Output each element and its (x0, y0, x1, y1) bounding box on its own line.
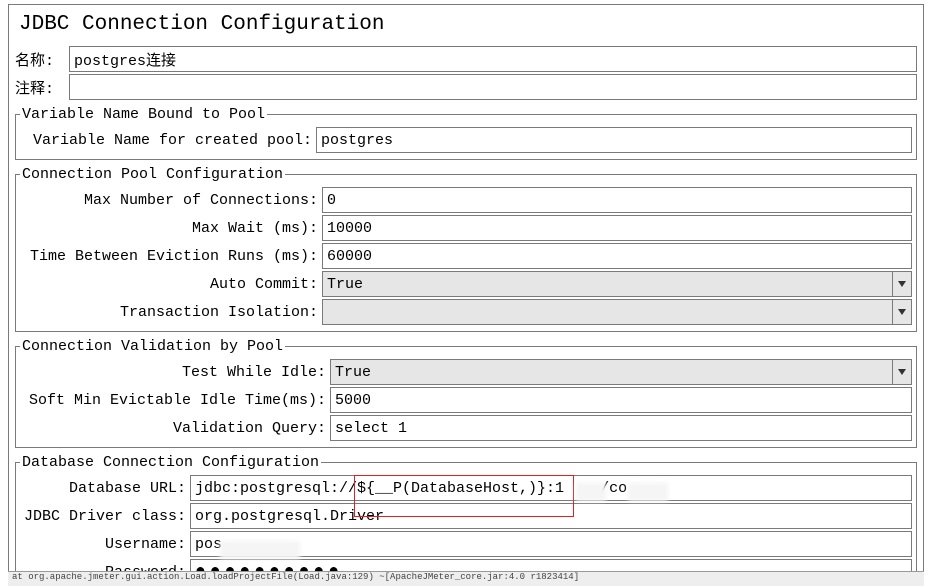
group-database-legend: Database Connection Configuration (20, 454, 321, 471)
test-idle-select[interactable]: True (330, 359, 912, 385)
group-connection-pool: Connection Pool Configuration Max Number… (15, 166, 917, 332)
chevron-down-icon[interactable] (892, 360, 911, 384)
max-wait-input[interactable] (322, 215, 912, 241)
name-label: 名称: (15, 49, 69, 70)
test-idle-label: Test While Idle: (20, 364, 330, 381)
soft-min-label: Soft Min Evictable Idle Time(ms): (20, 392, 330, 409)
username-input[interactable] (190, 531, 912, 557)
max-conn-input[interactable] (322, 187, 912, 213)
soft-min-input[interactable] (330, 387, 912, 413)
validation-query-label: Validation Query: (20, 420, 330, 437)
username-label: Username: (20, 536, 190, 553)
driver-label: JDBC Driver class: (20, 508, 190, 525)
driver-input[interactable] (190, 503, 912, 529)
db-url-label: Database URL: (20, 480, 190, 497)
txn-iso-select[interactable] (322, 299, 912, 325)
auto-commit-value: True (323, 276, 892, 293)
var-name-input[interactable] (316, 127, 912, 153)
group-validation: Connection Validation by Pool Test While… (15, 338, 917, 448)
auto-commit-label: Auto Commit: (20, 276, 322, 293)
max-conn-label: Max Number of Connections: (20, 192, 322, 209)
group-variable-pool: Variable Name Bound to Pool Variable Nam… (15, 106, 917, 160)
comment-input[interactable] (69, 74, 917, 100)
db-url-input[interactable] (190, 475, 912, 501)
validation-query-input[interactable] (330, 415, 912, 441)
group-database: Database Connection Configuration Databa… (15, 454, 917, 586)
auto-commit-select[interactable]: True (322, 271, 912, 297)
comment-label: 注释: (15, 77, 69, 98)
evict-input[interactable] (322, 243, 912, 269)
evict-label: Time Between Eviction Runs (ms): (20, 248, 322, 265)
txn-iso-label: Transaction Isolation: (20, 304, 322, 321)
chevron-down-icon[interactable] (892, 272, 911, 296)
group-validation-legend: Connection Validation by Pool (20, 338, 285, 355)
group-connection-pool-legend: Connection Pool Configuration (20, 166, 285, 183)
test-idle-value: True (331, 364, 892, 381)
group-variable-pool-legend: Variable Name Bound to Pool (20, 106, 267, 123)
config-panel: JDBC Connection Configuration 名称: 注释: Va… (8, 4, 924, 586)
chevron-down-icon[interactable] (892, 300, 911, 324)
page-title: JDBC Connection Configuration (15, 5, 917, 44)
max-wait-label: Max Wait (ms): (20, 220, 322, 237)
name-input[interactable] (69, 46, 917, 72)
var-name-label: Variable Name for created pool: (20, 132, 316, 149)
log-footer: at org.apache.jmeter.gui.action.Load.loa… (8, 571, 924, 586)
